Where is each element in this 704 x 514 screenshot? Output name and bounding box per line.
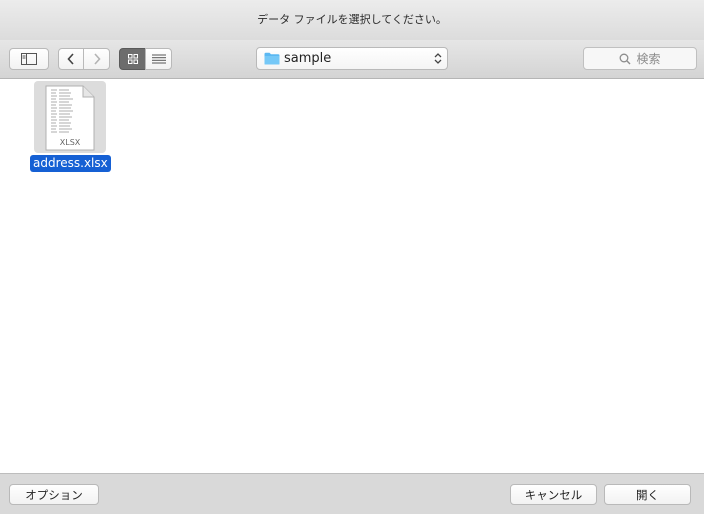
- cancel-button[interactable]: キャンセル: [510, 484, 597, 505]
- toolbar: sample 検索: [0, 40, 704, 79]
- list-view-button[interactable]: [145, 48, 172, 70]
- search-field[interactable]: 検索: [583, 47, 697, 70]
- navigation-buttons: [58, 48, 110, 70]
- grid-icon: [127, 54, 138, 64]
- search-placeholder: 検索: [636, 52, 661, 66]
- file-thumbnail: XLSX: [34, 81, 106, 153]
- spreadsheet-document-icon: XLSX: [45, 85, 95, 151]
- dialog-footer: オプション キャンセル 開く: [0, 473, 704, 514]
- file-name-label[interactable]: address.xlsx: [30, 155, 111, 172]
- dialog-title: データ ファイルを選択してください。: [0, 0, 704, 40]
- view-mode-buttons: [119, 48, 172, 70]
- forward-button[interactable]: [83, 48, 110, 70]
- location-label: sample: [284, 51, 332, 66]
- chevron-updown-icon: [434, 53, 442, 64]
- list-icon: [151, 54, 166, 64]
- folder-icon: [264, 52, 280, 65]
- icon-view-button[interactable]: [119, 48, 146, 70]
- file-item[interactable]: XLSX address.xlsx: [28, 81, 112, 175]
- open-button[interactable]: 開く: [604, 484, 691, 505]
- chevron-left-icon: [67, 53, 74, 65]
- search-icon: [619, 53, 631, 65]
- file-type-label: XLSX: [60, 138, 81, 147]
- back-button[interactable]: [58, 48, 84, 70]
- sidebar-icon: [21, 53, 37, 65]
- sidebar-toggle-button[interactable]: [9, 48, 49, 70]
- options-button[interactable]: オプション: [9, 484, 99, 505]
- location-popup[interactable]: sample: [256, 47, 448, 70]
- file-browser: XLSX address.xlsx: [0, 79, 704, 473]
- chevron-right-icon: [93, 53, 101, 65]
